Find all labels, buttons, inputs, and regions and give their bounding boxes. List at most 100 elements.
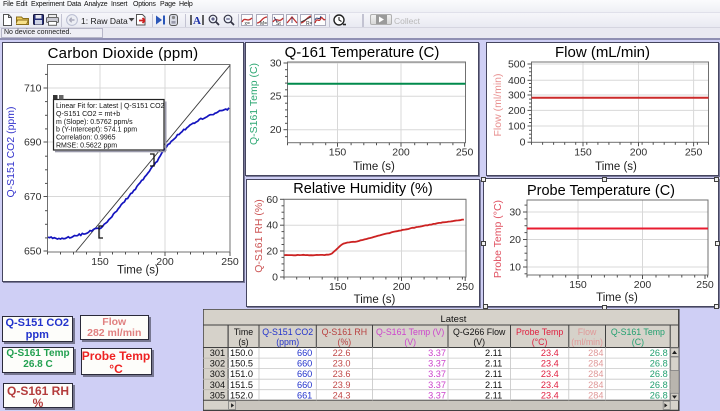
- svg-text:RMSE: 0.5622 ppm: RMSE: 0.5622 ppm: [56, 143, 117, 150]
- svg-text:200: 200: [630, 146, 648, 158]
- svg-text:24.3: 24.3: [332, 390, 350, 400]
- svg-text:2.11: 2.11: [484, 348, 501, 358]
- svg-text:(s): (s): [238, 337, 248, 347]
- svg-text:20: 20: [266, 246, 278, 258]
- svg-text:150: 150: [569, 279, 587, 291]
- svg-text:250: 250: [696, 279, 714, 291]
- svg-text:200: 200: [634, 279, 652, 291]
- svg-text:23.4: 23.4: [540, 369, 558, 379]
- svg-text:660: 660: [296, 379, 311, 389]
- svg-text:40: 40: [266, 220, 278, 232]
- svg-text:100: 100: [508, 121, 526, 133]
- svg-text:690: 690: [24, 137, 42, 149]
- svg-text:3.37: 3.37: [428, 358, 446, 368]
- svg-text:Q-S161 RH: Q-S161 RH: [321, 327, 366, 337]
- svg-text:26.8: 26.8: [649, 369, 667, 379]
- svg-text:M=: M=: [260, 21, 267, 26]
- svg-text:23.0: 23.0: [332, 358, 350, 368]
- svg-text:22.6: 22.6: [332, 348, 350, 358]
- svg-text:(°C): (°C): [531, 337, 547, 347]
- svg-text:R=: R=: [306, 21, 312, 26]
- svg-text:(V): (V): [404, 337, 416, 347]
- svg-text:200: 200: [508, 105, 526, 117]
- svg-text:150: 150: [91, 256, 109, 268]
- svg-text:Time (s): Time (s): [596, 292, 638, 304]
- svg-text:10: 10: [509, 262, 521, 274]
- svg-text:400: 400: [508, 75, 526, 87]
- svg-text:x=: x=: [245, 21, 251, 26]
- svg-text:284: 284: [588, 369, 603, 379]
- svg-text:26.8: 26.8: [649, 390, 667, 400]
- svg-text:660: 660: [296, 358, 311, 368]
- svg-text:150.5: 150.5: [230, 358, 253, 368]
- svg-text:200: 200: [393, 281, 411, 293]
- svg-text:Time (s): Time (s): [354, 294, 396, 306]
- svg-text:152.0: 152.0: [230, 390, 253, 400]
- svg-text:670: 670: [24, 191, 42, 203]
- svg-text:Probe Temp: Probe Temp: [515, 327, 562, 337]
- svg-text:23.9: 23.9: [332, 379, 350, 389]
- svg-text:Time (s): Time (s): [117, 265, 159, 277]
- svg-text:Time: Time: [233, 327, 252, 337]
- svg-text:250: 250: [456, 147, 474, 159]
- svg-text:250: 250: [221, 256, 239, 268]
- svg-text:150.0: 150.0: [230, 348, 253, 358]
- svg-text:(V): (V): [473, 337, 485, 347]
- svg-text:200: 200: [156, 256, 174, 268]
- svg-text:(ml/min): (ml/min): [571, 337, 603, 347]
- svg-text:St: St: [276, 21, 281, 26]
- svg-text:26.8: 26.8: [649, 358, 667, 368]
- svg-text:m (Slope): 0.5762 ppm/s: m (Slope): 0.5762 ppm/s: [56, 119, 133, 126]
- svg-text:200: 200: [392, 147, 410, 159]
- svg-text:26.8: 26.8: [649, 379, 667, 389]
- svg-text:2.11: 2.11: [484, 390, 501, 400]
- svg-text:Correlation: 0.9965: Correlation: 0.9965: [56, 135, 116, 142]
- svg-text:660: 660: [296, 348, 311, 358]
- svg-text:23.6: 23.6: [332, 369, 350, 379]
- svg-text:Q-S151 CO2 = mt+b: Q-S151 CO2 = mt+b: [56, 111, 120, 118]
- svg-text:301: 301: [209, 348, 224, 358]
- svg-text:Flow: Flow: [577, 327, 596, 337]
- svg-text:303: 303: [209, 369, 224, 379]
- svg-text:20: 20: [270, 124, 282, 136]
- svg-text:300: 300: [508, 90, 526, 102]
- svg-text:2.11: 2.11: [484, 358, 501, 368]
- svg-text:150: 150: [329, 147, 347, 159]
- svg-text:b (Y-Intercept): 574.1 ppm: b (Y-Intercept): 574.1 ppm: [56, 127, 137, 134]
- svg-text:304: 304: [209, 379, 224, 389]
- svg-text:302: 302: [209, 358, 224, 368]
- svg-text:0: 0: [272, 272, 278, 284]
- svg-text:(C): (C): [631, 337, 643, 347]
- svg-text:250: 250: [685, 146, 703, 158]
- svg-text:Linear Fit for: Latest | Q-S15: Linear Fit for: Latest | Q-S151 CO2: [56, 103, 165, 110]
- svg-text:23.4: 23.4: [540, 390, 558, 400]
- svg-text:3.37: 3.37: [428, 348, 446, 358]
- svg-text:3.37: 3.37: [428, 369, 446, 379]
- svg-text:Time (s): Time (s): [595, 161, 637, 173]
- svg-text:305: 305: [209, 390, 224, 400]
- svg-text:2.11: 2.11: [484, 369, 501, 379]
- svg-text:(%): (%): [337, 337, 351, 347]
- svg-text:3.37: 3.37: [428, 379, 446, 389]
- svg-text:284: 284: [588, 358, 603, 368]
- svg-text:3.37: 3.37: [428, 390, 446, 400]
- svg-text:284: 284: [588, 348, 603, 358]
- svg-text:150: 150: [574, 146, 592, 158]
- svg-text:20: 20: [509, 234, 521, 246]
- svg-text:23.4: 23.4: [540, 379, 558, 389]
- svg-text:25: 25: [270, 91, 282, 103]
- svg-text:284: 284: [588, 390, 603, 400]
- svg-text:Q-S151 CO2: Q-S151 CO2: [262, 327, 313, 337]
- svg-text:284: 284: [588, 379, 603, 389]
- svg-text:150: 150: [329, 281, 347, 293]
- svg-text:650: 650: [24, 246, 42, 258]
- svg-text:(ppm): (ppm): [276, 337, 299, 347]
- svg-text:661: 661: [296, 390, 311, 400]
- svg-text:Time (s): Time (s): [353, 161, 395, 173]
- svg-text:250: 250: [456, 281, 474, 293]
- svg-text:Latest: Latest: [440, 314, 466, 325]
- svg-text:23.4: 23.4: [540, 358, 558, 368]
- svg-text:26.8: 26.8: [649, 348, 667, 358]
- svg-text:Q-S161 Temp: Q-S161 Temp: [610, 327, 664, 337]
- svg-text:30: 30: [509, 207, 521, 219]
